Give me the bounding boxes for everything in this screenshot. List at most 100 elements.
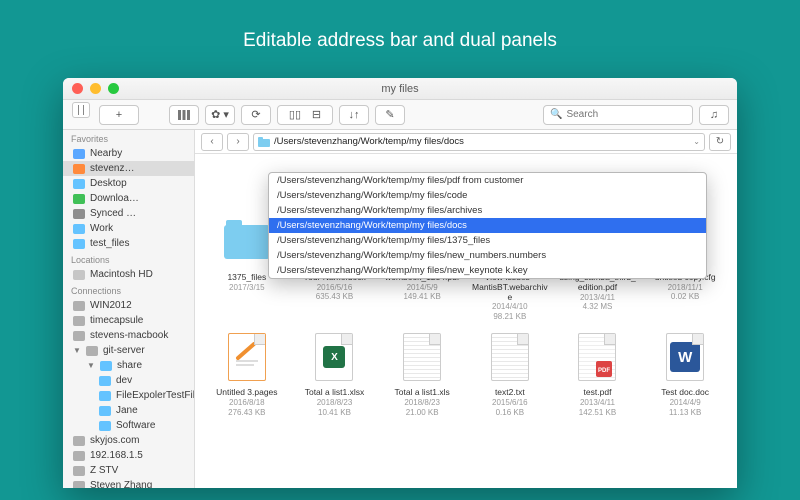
sidebar-item[interactable]: ▼share <box>63 358 194 373</box>
file-item[interactable]: PDF test.pdf2013/4/11142.51 KB <box>556 329 640 417</box>
zoom-icon[interactable] <box>108 83 119 94</box>
file-size: 98.21 KB <box>493 312 526 322</box>
sidebar-item-icon <box>73 436 85 446</box>
sidebar-item[interactable]: Z STV <box>63 463 194 478</box>
minimize-icon[interactable] <box>90 83 101 94</box>
close-icon[interactable] <box>72 83 83 94</box>
sidebar-item-icon <box>99 391 111 401</box>
sidebar-item[interactable]: dev <box>63 373 194 388</box>
panel-split-buttons[interactable]: ▯▯ ⊟ <box>277 105 333 125</box>
sidebar-item-icon <box>73 194 85 204</box>
reload-button[interactable]: ↻ <box>709 133 731 151</box>
sidebar-heading: Locations <box>63 251 194 267</box>
folder-icon <box>258 137 270 147</box>
sidebar-item-icon <box>73 451 85 461</box>
file-name: test.pdf <box>584 388 612 398</box>
file-name: 1375_files <box>227 273 266 283</box>
dropdown-item[interactable]: /Users/stevenzhang/Work/temp/my files/co… <box>269 188 706 203</box>
sync-button[interactable]: ⟳ <box>241 105 271 125</box>
file-item[interactable]: WTest doc.doc2014/4/911.13 KB <box>643 329 727 417</box>
file-date: 2013/4/11 <box>580 293 615 303</box>
search-field[interactable]: 🔍 <box>543 105 693 125</box>
columns-view-button[interactable] <box>169 105 199 125</box>
sidebar-item-label: Macintosh HD <box>90 269 153 280</box>
dropdown-toggle-icon[interactable]: ⌄ <box>693 137 700 146</box>
file-size: 0.02 KB <box>671 292 699 302</box>
file-date: 2016/5/16 <box>317 283 353 293</box>
sidebar-item-icon <box>73 179 85 189</box>
sidebar-item-icon <box>73 301 85 311</box>
folder-icon <box>224 225 270 259</box>
sidebar-item[interactable]: timecapsule <box>63 313 194 328</box>
sidebar-item[interactable]: WIN2012 <box>63 298 194 313</box>
sidebar-item-label: Desktop <box>90 178 127 189</box>
file-item[interactable]: Untitled 3.pages2016/8/18276.43 KB <box>205 329 289 417</box>
xls-icon <box>403 333 441 381</box>
dropdown-item[interactable]: /Users/stevenzhang/Work/temp/my files/pd… <box>269 173 706 188</box>
sidebar-item[interactable]: 192.168.1.5 <box>63 448 194 463</box>
tagline: Editable address bar and dual panels <box>0 0 800 72</box>
sidebar-item[interactable]: Downloa… <box>63 191 194 206</box>
sidebar-item-label: Downloa… <box>90 193 139 204</box>
dropdown-item[interactable]: /Users/stevenzhang/Work/temp/my files/ar… <box>269 203 706 218</box>
edit-button[interactable]: ✎ <box>375 105 405 125</box>
sidebar-item[interactable]: Macintosh HD <box>63 267 194 282</box>
sidebar-item-label: Synced … <box>90 208 136 219</box>
sidebar-item[interactable]: test_files <box>63 236 194 251</box>
svg-text:PDF: PDF <box>598 368 610 374</box>
address-bar[interactable]: ⌄ <box>253 133 705 151</box>
settings-button[interactable]: ✿ ▾ <box>205 105 235 125</box>
file-date: 2014/4/9 <box>670 398 701 408</box>
sidebar-item[interactable]: Desktop <box>63 176 194 191</box>
dropdown-item[interactable]: /Users/stevenzhang/Work/temp/my files/ne… <box>269 248 706 263</box>
file-date: 2013/4/11 <box>580 398 615 408</box>
sidebar-item[interactable]: Synced … <box>63 206 194 221</box>
sidebar-item[interactable]: ▼git-server <box>63 343 194 358</box>
sidebar-item[interactable]: stevens-macbook <box>63 328 194 343</box>
sidebar-item-label: stevens-macbook <box>90 330 168 341</box>
forward-button[interactable]: › <box>227 133 249 151</box>
file-item[interactable]: Total a list1.xls2018/8/2321.00 KB <box>380 329 464 417</box>
sidebar-item-label: stevenz… <box>90 163 134 174</box>
add-button[interactable]: + <box>99 105 139 125</box>
sidebar-item[interactable]: stevenz… <box>63 161 194 176</box>
file-size: 142.51 KB <box>579 408 616 418</box>
file-date: 2015/6/16 <box>492 398 528 408</box>
dropdown-item[interactable]: /Users/stevenzhang/Work/temp/my files/13… <box>269 233 706 248</box>
file-date: 2018/11/1 <box>668 283 703 293</box>
dropdown-item[interactable]: /Users/stevenzhang/Work/temp/my files/ne… <box>269 263 706 278</box>
sidebar-item[interactable]: Software <box>63 418 194 433</box>
toggle-sidebar-button[interactable] <box>72 102 90 118</box>
file-item[interactable]: text2.txt2015/6/160.16 KB <box>468 329 552 417</box>
sidebar-item[interactable]: FileExpolerTestFiles <box>63 388 194 403</box>
sidebar-item-icon <box>99 406 111 416</box>
content-pane: ‹ › ⌄ ↻ /Users/stevenzhang/Work/temp/my … <box>195 130 737 488</box>
file-size: 11.13 KB <box>669 408 701 418</box>
sidebar-item-icon <box>86 346 98 356</box>
back-button[interactable]: ‹ <box>201 133 223 151</box>
sidebar-item-label: dev <box>116 375 132 386</box>
sidebar-item-icon <box>73 164 85 174</box>
sidebar-item[interactable]: Nearby <box>63 146 194 161</box>
address-input[interactable] <box>274 136 689 147</box>
sidebar-item-icon <box>100 361 112 371</box>
disclosure-icon[interactable]: ▼ <box>73 346 81 355</box>
sidebar-item[interactable]: Steven Zhang <box>63 478 194 488</box>
file-size: 149.41 KB <box>403 292 440 302</box>
address-dropdown: /Users/stevenzhang/Work/temp/my files/pd… <box>268 172 707 279</box>
file-size: 4.32 MS <box>583 302 613 312</box>
sidebar-item-icon <box>73 209 85 219</box>
file-item[interactable]: XTotal a list1.xlsx2018/8/2310.41 KB <box>293 329 377 417</box>
split-v-icon: ⊟ <box>312 108 321 121</box>
search-input[interactable] <box>566 109 686 120</box>
split-h-icon: ▯▯ <box>289 108 301 121</box>
sort-button[interactable]: ↓↑ <box>339 105 369 125</box>
file-size: 10.41 KB <box>318 408 351 418</box>
sidebar-item[interactable]: Jane <box>63 403 194 418</box>
sidebar-item[interactable]: skyjos.com <box>63 433 194 448</box>
sidebar-item[interactable]: Work <box>63 221 194 236</box>
disclosure-icon[interactable]: ▼ <box>87 361 95 370</box>
music-button[interactable]: ♫ <box>699 105 729 125</box>
sidebar-item-icon <box>73 224 85 234</box>
dropdown-item[interactable]: /Users/stevenzhang/Work/temp/my files/do… <box>269 218 706 233</box>
